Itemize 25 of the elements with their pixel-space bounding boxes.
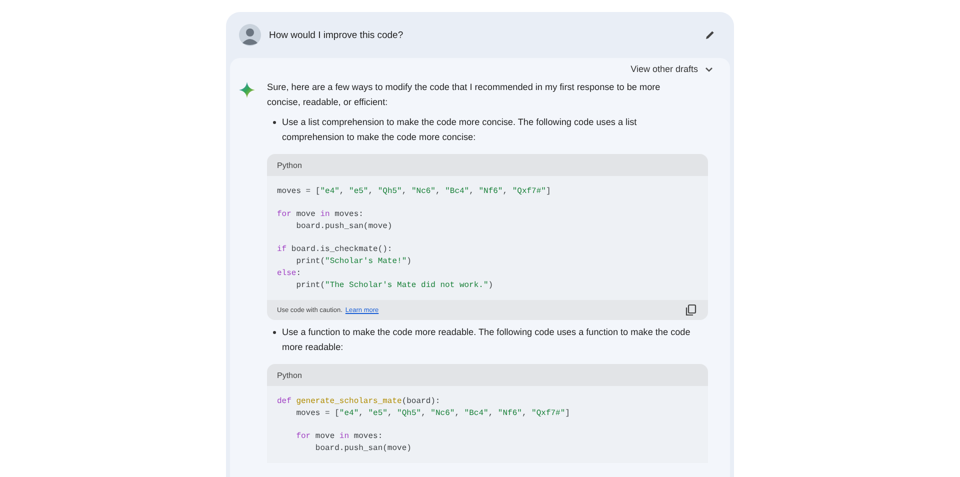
bullet-icon: [273, 121, 276, 124]
copy-icon: [685, 304, 697, 316]
response-text: Sure, here are a few ways to modify the code that I recommended in my first response to be more concise, readable, or efficient:: [267, 81, 662, 109]
code-line: board.push_san(move): [314, 443, 412, 455]
bullet-icon: [273, 331, 276, 334]
code-line: print("The Scholar's Mate did not work."): [295, 280, 494, 292]
bullet-text: Use a list comprehension to make the code more concise. The following code uses a list comprehension to make the code more concise:: [282, 116, 638, 144]
code-line: def generate_scholars_mate(board):: [277, 396, 442, 408]
bullet-text: Use a function to make the code more readable. The following code uses a function to make the code more readable:: [282, 326, 692, 354]
language-label: Python: [277, 160, 302, 170]
code-line: for move in moves:: [277, 209, 364, 221]
copy-button[interactable]: [684, 303, 698, 317]
code-line: for move in moves:: [295, 431, 384, 443]
code-line: else:: [277, 268, 302, 280]
prompt-text: How would I improve this code?: [269, 30, 404, 40]
user-avatar-icon: [239, 24, 261, 46]
code-line: moves = ["e4", "e5", "Qh5", "Nc6", "Bc4", "Nf6", "Qxf7#"]: [277, 186, 552, 198]
code-line: board.push_san(move): [295, 221, 394, 233]
pencil-icon: [704, 29, 716, 41]
code-line: moves = ["e4", "e5", "Qh5", "Nc6", "Bc4", "Nf6", "Qxf7#"]: [295, 408, 571, 420]
language-label: Python: [277, 370, 302, 380]
view-drafts-button[interactable]: View other drafts: [628, 62, 716, 76]
sparkle-icon: [239, 82, 255, 98]
code-line: print("Scholar's Mate!"): [295, 256, 412, 268]
code-line: if board.is_checkmate():: [277, 244, 394, 256]
